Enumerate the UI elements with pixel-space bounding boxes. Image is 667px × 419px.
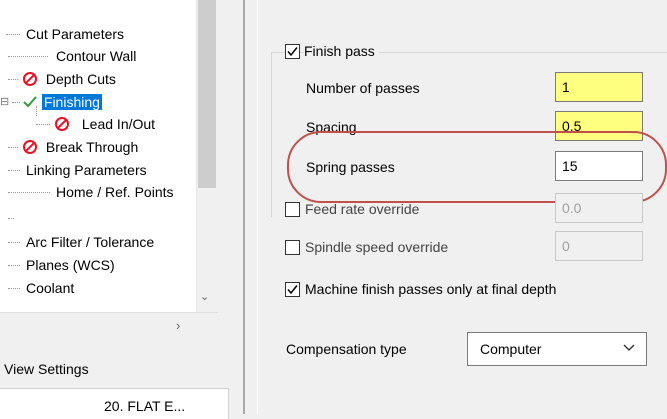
tree-item-label: Coolant [26, 280, 75, 296]
checkmark-icon [287, 285, 298, 295]
tree-item-label: Arc Filter / Tolerance [26, 234, 155, 250]
feed-rate-override-label: Feed rate override [305, 201, 420, 217]
tree-item-label: Home / Ref. Points [56, 184, 174, 200]
tree-scroll-thumb[interactable] [198, 0, 216, 188]
spindle-speed-override-label: Spindle speed override [305, 239, 449, 255]
parameter-tree[interactable]: Cut Parameters Contour Wall Depth Cuts ⊟… [0, 0, 196, 312]
tree-item-label: Linking Parameters [26, 162, 147, 178]
checkmark-icon [287, 47, 298, 57]
tree-item-label: Depth Cuts [45, 71, 116, 87]
tree-item-label: Finishing [41, 94, 102, 110]
number-of-passes-label: Number of passes [306, 80, 420, 96]
tree-item-break-through[interactable]: Break Through [22, 136, 138, 158]
tree-item-coolant[interactable]: Coolant [26, 277, 74, 299]
tree-item-contour-wall[interactable]: Contour Wall [56, 45, 136, 67]
tree-item-label: Cut Parameters [26, 26, 125, 42]
tree-item-linking-parameters[interactable]: Linking Parameters [26, 159, 147, 181]
number-of-passes-input[interactable]: 1 [555, 72, 643, 102]
tree-item-home-ref-points[interactable]: Home / Ref. Points [56, 181, 174, 203]
compensation-type-label: Compensation type [286, 341, 407, 357]
finish-pass-label: Finish pass [304, 43, 379, 59]
compensation-type-value: Computer [480, 341, 542, 357]
tree-item-label: Planes (WCS) [26, 257, 115, 273]
tree-horizontal-scrollbar[interactable] [0, 312, 218, 335]
compensation-type-select[interactable]: Computer [467, 332, 647, 366]
prohibited-icon [55, 117, 69, 131]
machine-finish-checkbox[interactable] [285, 282, 300, 297]
prohibited-icon [23, 140, 37, 154]
finish-pass-checkbox[interactable] [285, 44, 300, 59]
panel-divider[interactable] [243, 0, 245, 414]
tree-expander-icon[interactable]: ⊟ [0, 95, 9, 108]
tree-item-cut-parameters[interactable]: Cut Parameters [26, 23, 124, 45]
scroll-down-arrow-icon[interactable]: ⌄ [200, 290, 209, 303]
tool-name-text: 20. FLAT E... [104, 398, 186, 414]
tree-item-planes-wcs[interactable]: Planes (WCS) [26, 254, 115, 276]
scroll-right-arrow-icon[interactable]: › [176, 318, 180, 333]
tree-item-depth-cuts[interactable]: Depth Cuts [22, 68, 116, 90]
tree-item-label: Break Through [45, 139, 139, 155]
tree-item-finishing[interactable]: Finishing [22, 91, 102, 113]
view-settings-label: View Settings [4, 361, 89, 377]
feed-rate-input[interactable]: 0.0 [555, 193, 643, 223]
tree-item-label: Lead In/Out [81, 116, 156, 132]
prohibited-icon [23, 72, 37, 86]
feed-rate-override-checkbox[interactable] [285, 202, 300, 217]
tree-item-lead-in-out[interactable]: Lead In/Out [54, 113, 155, 135]
tree-item-label: Contour Wall [56, 48, 137, 64]
chevron-down-icon [623, 344, 635, 351]
spindle-speed-input[interactable]: 0 [555, 231, 643, 261]
spindle-speed-override-checkbox[interactable] [285, 240, 300, 255]
tree-item-arc-filter-tolerance[interactable]: Arc Filter / Tolerance [26, 231, 154, 253]
machine-finish-label: Machine finish passes only at final dept… [305, 281, 557, 297]
